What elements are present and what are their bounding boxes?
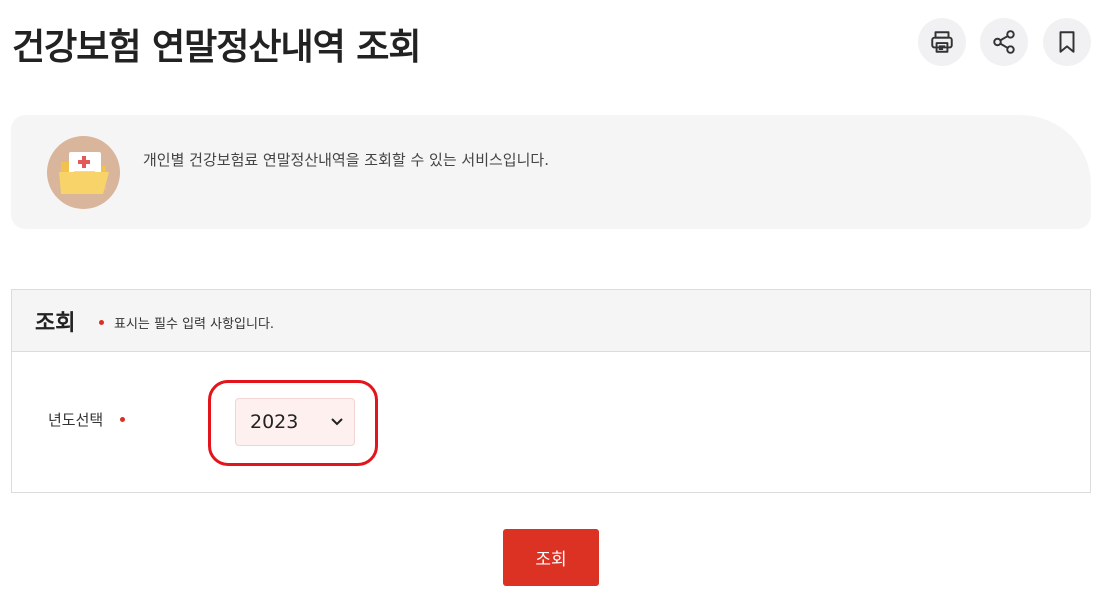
medical-folder-icon <box>47 136 120 209</box>
year-select-value: 2023 <box>250 411 299 433</box>
form-title: 조회 <box>35 311 76 336</box>
share-button[interactable] <box>980 18 1028 66</box>
required-marker <box>99 320 104 325</box>
search-form-panel: 조회 표시는 필수 입력 사항입니다. 년도선택 2023 <box>11 289 1091 493</box>
print-button[interactable] <box>918 18 966 66</box>
search-button[interactable]: 조회 <box>503 529 599 586</box>
service-description: 개인별 건강보험료 연말정산내역을 조회할 수 있는 서비스입니다. <box>143 151 549 169</box>
share-icon <box>993 30 1015 54</box>
service-intro-box: 개인별 건강보험료 연말정산내역을 조회할 수 있는 서비스입니다. <box>11 115 1091 229</box>
required-note: 표시는 필수 입력 사항입니다. <box>114 317 275 332</box>
bookmark-icon <box>1059 31 1075 53</box>
printer-icon <box>931 31 953 53</box>
chevron-down-icon <box>331 418 343 426</box>
page-title: 건강보험 연말정산내역 조회 <box>12 27 422 68</box>
year-required-marker <box>120 417 125 422</box>
year-select[interactable]: 2023 <box>235 398 355 446</box>
year-label: 년도선택 <box>48 411 104 429</box>
bookmark-button[interactable] <box>1043 18 1091 66</box>
form-header: 조회 표시는 필수 입력 사항입니다. <box>12 290 1090 352</box>
